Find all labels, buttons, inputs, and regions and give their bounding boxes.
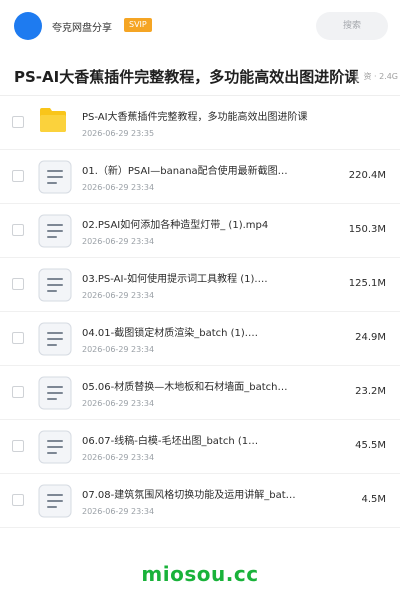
file-size: 24.9M [355, 332, 386, 343]
select-checkbox[interactable] [12, 386, 24, 398]
file-row[interactable]: 05.06-材质替换—木地板和石材墙面_batch… 2026-06-29 23:… [0, 366, 400, 420]
folder-icon [38, 106, 72, 140]
file-size: 220.4M [348, 170, 386, 181]
video-file-icon [38, 484, 72, 518]
file-date: 2026-06-29 23:34 [82, 453, 155, 462]
video-file-icon [38, 430, 72, 464]
video-file-icon [38, 268, 72, 302]
video-file-icon [38, 214, 72, 248]
select-checkbox[interactable] [12, 224, 24, 236]
video-file-icon [38, 376, 72, 410]
file-date: 2026-06-29 23:35 [82, 129, 155, 138]
file-row[interactable]: 06.07-线稿-白模-毛坯出图_batch (1… 2026-06-29 23:… [0, 420, 400, 474]
select-checkbox[interactable] [12, 440, 24, 452]
search-input[interactable]: 搜索 [316, 12, 388, 40]
share-meta: 资 · 2.4G [353, 71, 398, 82]
watermark: miosou.cc [141, 562, 259, 586]
file-date: 2026-06-29 23:34 [82, 183, 155, 192]
file-name[interactable]: PS-AI大香蕉插件完整教程，多功能高效出图进阶课 [82, 108, 312, 123]
file-date: 2026-06-29 23:34 [82, 399, 155, 408]
file-row[interactable]: 03.PS-AI-如何使用提示词工具教程 (1).… 2026-06-29 23:… [0, 258, 400, 312]
file-name[interactable]: 06.07-线稿-白模-毛坯出图_batch (1… [82, 432, 312, 447]
avatar[interactable] [14, 12, 42, 40]
file-name[interactable]: 05.06-材质替换—木地板和石材墙面_batch… [82, 378, 312, 393]
file-name[interactable]: 07.08-建筑氛围风格切换功能及运用讲解_bat… [82, 486, 312, 501]
share-title-bar: PS-AI大香蕉插件完整教程，多功能高效出图进阶课 资 · 2.4G [0, 54, 400, 96]
file-row[interactable]: 01.（新）PSAI—banana配合使用最新截图… 2026-06-29 23:… [0, 150, 400, 204]
file-size: 4.5M [361, 494, 386, 505]
select-checkbox[interactable] [12, 170, 24, 182]
video-file-icon [38, 322, 72, 356]
file-date: 2026-06-29 23:34 [82, 291, 155, 300]
file-date: 2026-06-29 23:34 [82, 345, 155, 354]
file-size: 23.2M [355, 386, 386, 397]
file-name[interactable]: 04.01-截图锁定材质渲染_batch (1).… [82, 324, 312, 339]
file-name[interactable]: 02.PSAI如何添加各种造型灯带_ (1).mp4 [82, 216, 312, 231]
select-checkbox[interactable] [12, 116, 24, 128]
file-list: PS-AI大香蕉插件完整教程，多功能高效出图进阶课 2026-06-29 23:3… [0, 96, 400, 528]
file-name[interactable]: 01.（新）PSAI—banana配合使用最新截图… [82, 162, 312, 177]
video-file-icon [38, 160, 72, 194]
file-row[interactable]: 04.01-截图锁定材质渲染_batch (1).… 2026-06-29 23:… [0, 312, 400, 366]
file-row[interactable]: 07.08-建筑氛围风格切换功能及运用讲解_bat… 2026-06-29 23:… [0, 474, 400, 528]
file-row[interactable]: PS-AI大香蕉插件完整教程，多功能高效出图进阶课 2026-06-29 23:3… [0, 96, 400, 150]
file-date: 2026-06-29 23:34 [82, 237, 155, 246]
select-checkbox[interactable] [12, 332, 24, 344]
file-name[interactable]: 03.PS-AI-如何使用提示词工具教程 (1).… [82, 270, 312, 285]
file-date: 2026-06-29 23:34 [82, 507, 155, 516]
select-checkbox[interactable] [12, 494, 24, 506]
file-size: 45.5M [355, 440, 386, 451]
file-size: 125.1M [348, 278, 386, 289]
svip-badge: SVIP [124, 18, 152, 32]
brand-name: 夸克网盘分享 [52, 23, 112, 34]
select-checkbox[interactable] [12, 278, 24, 290]
app-header: 夸克网盘分享 SVIP 搜索 [0, 0, 400, 54]
file-size: 150.3M [348, 224, 386, 235]
page-title: PS-AI大香蕉插件完整教程，多功能高效出图进阶课 [14, 68, 360, 86]
file-row[interactable]: 02.PSAI如何添加各种造型灯带_ (1).mp4 2026-06-29 23:… [0, 204, 400, 258]
